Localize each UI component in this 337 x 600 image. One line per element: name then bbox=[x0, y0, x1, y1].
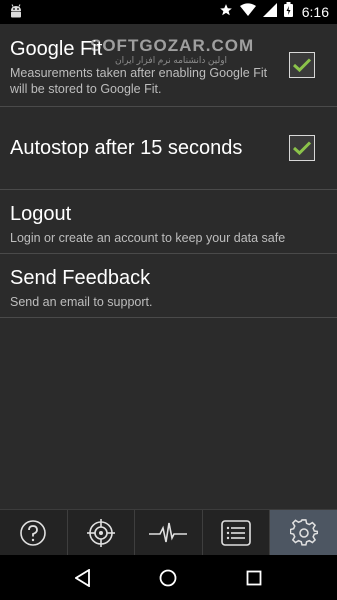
signal-icon bbox=[262, 2, 277, 22]
setting-summary: Login or create an account to keep your … bbox=[10, 231, 286, 245]
navigation-bar bbox=[0, 555, 337, 600]
recents-icon bbox=[246, 570, 262, 585]
android-icon bbox=[9, 4, 23, 25]
settings-list: Google Fit Measurements taken after enab… bbox=[0, 24, 337, 318]
setting-autostop[interactable]: Autostop after 15 seconds bbox=[0, 107, 337, 190]
list-icon bbox=[221, 520, 251, 546]
heartbeat-icon bbox=[149, 522, 188, 543]
setting-title: Autostop after 15 seconds bbox=[10, 137, 243, 159]
target-icon bbox=[86, 519, 115, 547]
home-icon bbox=[160, 569, 177, 586]
star-icon bbox=[219, 3, 233, 22]
setting-summary: Send an email to support. bbox=[10, 295, 153, 309]
home-button[interactable] bbox=[148, 558, 188, 598]
back-button[interactable] bbox=[63, 558, 103, 598]
watermark-subtext: اولین دانشنامه نرم افزار ایران bbox=[115, 55, 228, 65]
setting-summary: Measurements taken after enabling Google… bbox=[10, 66, 268, 96]
battery-icon bbox=[283, 2, 293, 22]
status-time: 6:16 bbox=[301, 4, 329, 20]
checkmark-icon bbox=[292, 141, 312, 156]
back-icon bbox=[74, 568, 90, 587]
status-bar: 6:16 bbox=[0, 0, 337, 24]
setting-logout[interactable]: Logout Login or create an account to kee… bbox=[0, 190, 337, 254]
setting-title: Google Fit bbox=[10, 38, 103, 60]
tab-target[interactable] bbox=[67, 510, 136, 556]
checkmark-icon bbox=[292, 58, 312, 73]
tab-help[interactable] bbox=[0, 510, 68, 556]
watermark: SOFTGOZAR.COM bbox=[90, 36, 255, 55]
tab-heartbeat[interactable] bbox=[135, 510, 203, 556]
bottom-tab-bar bbox=[0, 509, 337, 556]
google-fit-checkbox[interactable] bbox=[289, 52, 315, 78]
help-icon bbox=[20, 520, 47, 546]
setting-send-feedback[interactable]: Send Feedback Send an email to support. bbox=[0, 254, 337, 318]
recents-button[interactable] bbox=[234, 558, 274, 598]
wifi-icon bbox=[239, 2, 256, 22]
setting-title: Logout bbox=[10, 203, 72, 225]
tab-list[interactable] bbox=[202, 510, 271, 556]
setting-title: Send Feedback bbox=[10, 267, 151, 289]
gear-icon bbox=[289, 519, 318, 546]
autostop-checkbox[interactable] bbox=[289, 135, 315, 161]
tab-settings[interactable] bbox=[270, 510, 337, 556]
